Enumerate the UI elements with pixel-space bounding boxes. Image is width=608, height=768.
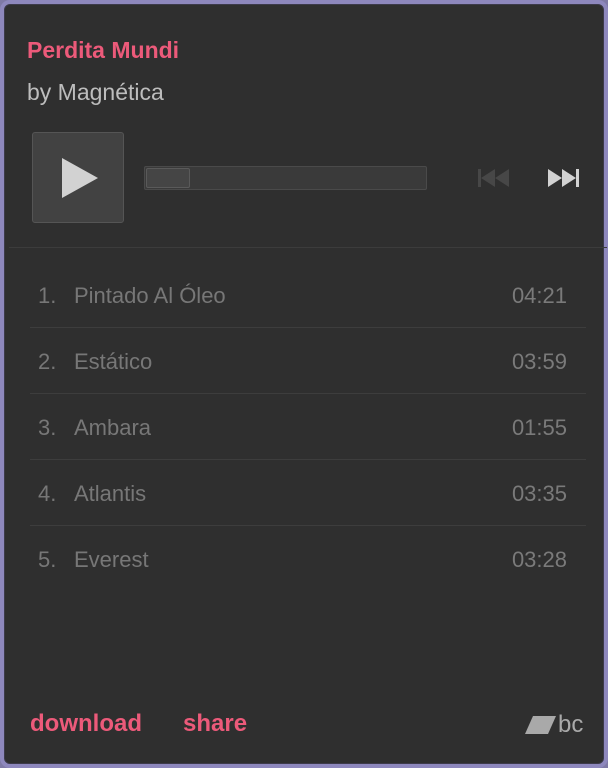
track-title[interactable]: Atlantis — [74, 481, 146, 507]
next-track-button[interactable] — [545, 165, 583, 191]
play-button[interactable] — [32, 132, 124, 223]
track-title[interactable]: Estático — [74, 349, 152, 375]
logo-text: bc — [558, 711, 584, 738]
previous-track-icon — [478, 169, 509, 187]
track-title[interactable]: Everest — [74, 547, 149, 573]
track-duration: 04:21 — [511, 283, 567, 308]
play-icon — [62, 158, 98, 198]
previous-track-button[interactable] — [476, 165, 514, 191]
track-list: 1. Pintado Al Óleo 04:21 2. Estático 03:… — [30, 262, 586, 592]
track-title[interactable]: Ambara — [74, 415, 151, 441]
bandcamp-mark-icon — [525, 716, 556, 734]
progress-bar[interactable] — [144, 166, 427, 190]
bandcamp-player: Perdita Mundi by Magnética 1. Pintado Al… — [0, 0, 608, 768]
share-link[interactable]: share — [183, 710, 247, 738]
track-duration: 01:55 — [511, 415, 567, 440]
track-duration: 03:35 — [511, 481, 567, 506]
track-number: 2. — [38, 349, 57, 374]
track-title[interactable]: Pintado Al Óleo — [74, 283, 226, 309]
bandcamp-logo[interactable]: bc — [525, 711, 583, 739]
track-number: 3. — [38, 415, 57, 440]
track-row[interactable]: 4. Atlantis 03:35 — [30, 460, 586, 526]
divider — [9, 247, 607, 248]
download-link[interactable]: download — [30, 710, 142, 738]
track-number: 5. — [38, 547, 57, 572]
artist-name[interactable]: by Magnética — [27, 77, 164, 107]
track-row[interactable]: 5. Everest 03:28 — [30, 526, 586, 592]
next-track-icon — [548, 169, 579, 187]
track-number: 4. — [38, 481, 57, 506]
track-number: 1. — [38, 283, 57, 308]
track-row[interactable]: 3. Ambara 01:55 — [30, 394, 586, 460]
track-row[interactable]: 2. Estático 03:59 — [30, 328, 586, 394]
track-duration: 03:59 — [511, 349, 567, 374]
track-duration: 03:28 — [511, 547, 567, 572]
album-title[interactable]: Perdita Mundi — [27, 36, 179, 64]
track-row[interactable]: 1. Pintado Al Óleo 04:21 — [30, 262, 586, 328]
progress-thumb[interactable] — [146, 168, 190, 188]
